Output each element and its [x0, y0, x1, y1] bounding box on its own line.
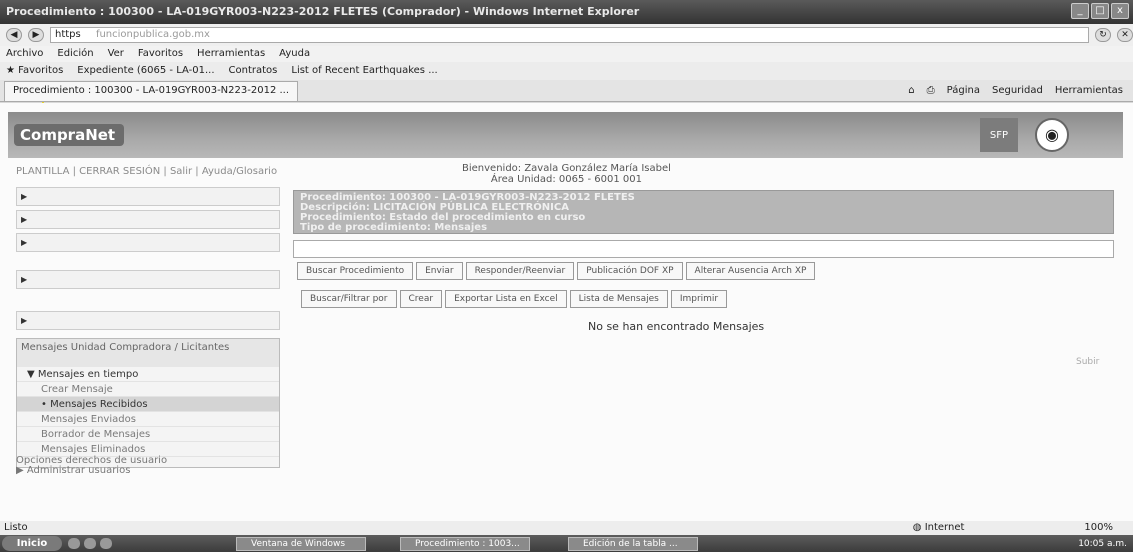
zoom-level[interactable]: 100% [1084, 521, 1113, 535]
publish-dof-button[interactable]: Publicación DOF XP [577, 262, 683, 280]
windows-taskbar [0, 535, 1133, 552]
print-button[interactable]: Imprimir [670, 290, 728, 308]
window-title: Procedimiento : 100300 - LA-019GYR003-N2… [6, 5, 640, 18]
preferences-item[interactable]: ▶ Administrar usuarios [16, 466, 280, 476]
menu-ver[interactable]: Ver [108, 46, 124, 62]
menu-edicion[interactable]: Edición [57, 46, 93, 62]
favorite-expediente[interactable]: Expediente (6065 - LA-01... [77, 62, 214, 80]
left-nav-box[interactable]: ▶ [16, 270, 280, 289]
messages-panel: Mensajes Unidad Compradora / Licitantes … [16, 338, 280, 468]
export-excel-button[interactable]: Exportar Lista en Excel [445, 290, 567, 308]
expand-arrow-icon: ▶ [16, 465, 27, 476]
left-nav-box[interactable]: ▶ [16, 233, 280, 252]
command-bar: ⌂ ⎙ Página Seguridad Herramientas [908, 82, 1123, 100]
breadcrumb[interactable]: PLANTILLA | CERRAR SESIÓN | Salir | Ayud… [16, 166, 277, 177]
stop-icon[interactable]: ✕ [1117, 28, 1133, 42]
procedure-info-box: Procedimiento: 100300 - LA-019GYR003-N22… [293, 190, 1114, 234]
attachments-button[interactable]: Alterar Ausencia Arch XP [685, 262, 816, 280]
command-pagina[interactable]: Página [947, 82, 980, 100]
favorite-earthquakes[interactable]: List of Recent Earthquakes ... [291, 62, 437, 80]
command-seguridad[interactable]: Seguridad [992, 82, 1043, 100]
globe-icon: ◍ [912, 522, 925, 533]
close-button[interactable]: x [1111, 3, 1129, 19]
window-title-bar: Procedimiento : 100300 - LA-019GYR003-N2… [0, 0, 1133, 24]
home-icon[interactable]: ⌂ [908, 82, 914, 100]
taskbar-item[interactable]: Edición de la tabla ... [568, 537, 698, 551]
preferences-panel: Opciones derechos de usuario ▶ Administr… [16, 456, 280, 476]
menu-ayuda[interactable]: Ayuda [279, 46, 310, 62]
favorites-button[interactable]: ★ Favoritos [6, 62, 63, 80]
messages-folder[interactable]: ▼ Mensajes en tiempo [17, 367, 279, 382]
star-icon: ★ [6, 65, 19, 76]
list-toolbar: Buscar/Filtrar por Crear Exportar Lista … [301, 290, 728, 308]
url-input[interactable]: https funcionpublica.gob.mx [50, 27, 1089, 43]
user-welcome: Bienvenido: Zavala González María Isabel [462, 163, 671, 174]
menu-herramientas[interactable]: Herramientas [197, 46, 265, 62]
create-button[interactable]: Crear [399, 290, 443, 308]
minimize-button[interactable]: _ [1071, 3, 1089, 19]
back-icon[interactable]: ◀ [6, 28, 22, 42]
start-button[interactable]: Inicio [2, 536, 62, 551]
user-info: Bienvenido: Zavala González María Isabel… [462, 163, 671, 185]
command-herramientas[interactable]: Herramientas [1055, 82, 1123, 100]
url-prefix: https [55, 29, 81, 40]
tab-procedimiento[interactable]: Procedimiento : 100300 - LA-019GYR003-N2… [4, 81, 299, 101]
mexico-seal-icon: ◉ [1035, 118, 1069, 152]
taskbar-clock: 10:05 a.m. [1078, 539, 1127, 549]
message-item-recibidos[interactable]: • Mensajes Recibidos [17, 397, 279, 412]
message-item-enviados[interactable]: Mensajes Enviados [17, 412, 279, 427]
refresh-icon[interactable]: ↻ [1095, 28, 1111, 42]
scroll-top-link[interactable]: Subir [1076, 357, 1099, 367]
expand-arrow-icon: ▶ [21, 192, 28, 201]
expand-arrow-icon: ▶ [21, 215, 28, 224]
left-navigation: ▶ ▶ ▶ ▶ ▶ [16, 187, 280, 334]
left-nav-box[interactable]: ▶ [16, 187, 280, 206]
address-bar: ◀ ▶ https funcionpublica.gob.mx ↻ ✕ [0, 24, 1133, 46]
procedure-line: Tipo de procedimiento: Mensajes [300, 222, 488, 233]
message-list-button[interactable]: Lista de Mensajes [569, 290, 668, 308]
status-text: Listo [4, 522, 28, 533]
message-item-borrador[interactable]: Borrador de Mensajes [17, 427, 279, 442]
maximize-button[interactable]: □ [1091, 3, 1109, 19]
print-icon[interactable]: ⎙ [927, 82, 935, 100]
send-button[interactable]: Enviar [416, 262, 463, 280]
favorites-bar: ★ Favoritos Expediente (6065 - LA-01... … [0, 62, 1133, 80]
sfp-logo: SFP [980, 118, 1018, 152]
media-icon[interactable] [100, 538, 112, 549]
reply-forward-button[interactable]: Responder/Reenviar [465, 262, 575, 280]
url-domain: funcionpublica.gob.mx [95, 29, 210, 40]
bullet-icon: • [41, 399, 51, 410]
left-nav-box[interactable]: ▶ [16, 311, 280, 330]
no-results-message: No se han encontrado Mensajes [588, 320, 765, 333]
message-item-crear[interactable]: Crear Mensaje [17, 382, 279, 397]
left-nav-box[interactable]: ▶ [16, 210, 280, 229]
site-header [8, 112, 1123, 158]
taskbar-item[interactable]: Ventana de Windows [236, 537, 366, 551]
favorite-contratos[interactable]: Contratos [229, 62, 278, 80]
security-zone: ◍ Internet [912, 522, 965, 533]
user-unit: Área Unidad: 0065 - 6001 001 [490, 174, 643, 185]
menu-archivo[interactable]: Archivo [6, 46, 43, 62]
ie-icon[interactable] [68, 538, 80, 549]
search-procedure-button[interactable]: Buscar Procedimiento [297, 262, 414, 280]
menu-favoritos[interactable]: Favoritos [138, 46, 183, 62]
taskbar-item-active[interactable]: Procedimiento : 1003... [400, 537, 530, 551]
window-controls: _ □ x [1071, 3, 1129, 19]
forward-icon[interactable]: ▶ [28, 28, 44, 42]
menu-bar: Archivo Edición Ver Favoritos Herramient… [0, 46, 1133, 62]
actions-toolbar: Buscar Procedimiento Enviar Responder/Re… [297, 262, 816, 280]
compranet-logo[interactable]: CompraNet [14, 124, 124, 146]
status-right: ◍ Internet 100% [913, 521, 1113, 535]
messages-panel-title: Mensajes Unidad Compradora / Licitantes [17, 339, 279, 367]
quick-launch [68, 538, 112, 549]
content-divider [293, 240, 1114, 258]
expand-arrow-icon: ▶ [21, 316, 28, 325]
filter-button[interactable]: Buscar/Filtrar por [301, 290, 397, 308]
expand-arrow-icon: ▶ [21, 275, 28, 284]
desktop-icon[interactable] [84, 538, 96, 549]
folder-arrow-icon: ▼ [27, 369, 38, 380]
expand-arrow-icon: ▶ [21, 238, 28, 247]
